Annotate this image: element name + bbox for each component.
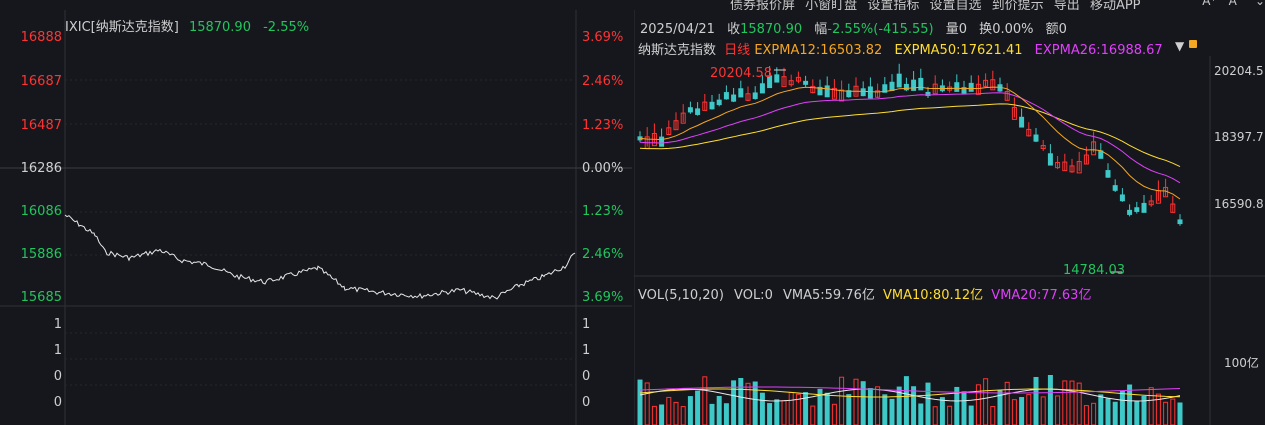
volume-label-right: 0 xyxy=(582,369,591,384)
menu-item-export[interactable]: 导出 xyxy=(1054,0,1080,10)
kline-index-name: 纳斯达克指数 xyxy=(638,43,717,58)
volume-label-right: 1 xyxy=(582,317,591,332)
font-controls: A⁺ A⁻ ⌄ xyxy=(1202,0,1265,8)
price-label: 16286 xyxy=(20,161,62,176)
kline-turnover: 0.00% xyxy=(992,22,1034,37)
menu-item-set-indicator[interactable]: 设置指标 xyxy=(867,0,919,10)
kline-amount: 0 xyxy=(1058,22,1067,37)
ema26-line xyxy=(639,92,1181,184)
vma20-label: VMA20:77.63亿 xyxy=(991,288,1092,303)
vol-axis-label: 100亿 xyxy=(1224,356,1259,370)
pct-label: 1.23% xyxy=(582,204,624,219)
volume-label: 0 xyxy=(53,369,62,384)
volume-label-right: 0 xyxy=(582,395,591,410)
pct-label: 1.23% xyxy=(582,118,624,133)
top-menu: 债券报价屏 小窗盯盘 设置指标 设置自选 到价提示 导出 移动APP xyxy=(730,0,1265,10)
chevron-down-icon[interactable]: ⌄ xyxy=(1255,0,1265,8)
font-decrease-button[interactable]: A⁻ xyxy=(1229,0,1244,8)
menu-item-mobile-app[interactable]: 移动APP xyxy=(1090,0,1141,10)
collapse-triangle-icon[interactable]: ▼ xyxy=(1175,39,1184,53)
menu-item-price-alert[interactable]: 到价提示 xyxy=(992,0,1044,10)
kline-indicator-header: 纳斯达克指数 日线 EXPMA12:16503.82 EXPMA50:17621… xyxy=(638,39,1163,58)
pct-label: 3.69% xyxy=(582,290,624,305)
price-label: 16487 xyxy=(20,118,62,133)
ema12-label: EXPMA12:16503.82 xyxy=(754,43,883,58)
volume-label: 1 xyxy=(53,343,62,358)
volume-label-right: 1 xyxy=(582,343,591,358)
intraday-symbol: IXIC[纳斯达克指数] xyxy=(65,20,179,35)
axis-label: 18397.7 xyxy=(1214,130,1264,144)
menu-item-bond-quote[interactable]: 债券报价屏 xyxy=(730,0,795,10)
menu-item-set-watchlist[interactable]: 设置自选 xyxy=(929,0,981,10)
pct-label: 2.46% xyxy=(582,247,624,262)
intraday-header: IXIC[纳斯达克指数] 15870.90 -2.55% xyxy=(65,16,309,35)
vma5-label: VMA5:59.76亿 xyxy=(782,288,875,303)
price-label: 16888 xyxy=(20,30,62,45)
pct-label: 3.69% xyxy=(582,30,624,45)
lock-icon[interactable] xyxy=(1189,40,1197,48)
volume-label: 0 xyxy=(53,395,62,410)
kline-period[interactable]: 日线 xyxy=(724,43,750,58)
intraday-chart-panel: IXIC[纳斯达克指数] 15870.90 -2.55% 16888 16687… xyxy=(0,10,632,425)
intraday-price-line xyxy=(64,214,576,300)
font-increase-button[interactable]: A⁺ xyxy=(1202,0,1217,8)
price-label: 15685 xyxy=(20,290,62,305)
pct-label: 0.00% xyxy=(582,161,624,176)
menu-item-mini-window[interactable]: 小窗盯盘 xyxy=(805,0,857,10)
volume-label: 1 xyxy=(53,317,62,332)
high-marker: 20204.58 xyxy=(710,66,773,81)
intraday-change-pct: -2.55% xyxy=(263,20,310,35)
intraday-last-price: 15870.90 xyxy=(188,20,251,35)
ema50-label: EXPMA50:17621.41 xyxy=(894,43,1023,58)
vol-header: VOL(5,10,20) xyxy=(638,288,724,303)
ema26-label: EXPMA26:16988.67 xyxy=(1034,43,1163,58)
axis-label: 16590.8 xyxy=(1214,197,1264,211)
price-label: 16687 xyxy=(20,74,62,89)
price-label: 15886 xyxy=(20,247,62,262)
pct-label: 2.46% xyxy=(582,74,624,89)
kline-range: -2.55%(-415.55) xyxy=(827,22,934,37)
kline-quote-header: 2025/04/21 收15870.90 幅-2.55%(-415.55) 量0… xyxy=(640,22,1067,37)
vma10-label: VMA10:80.12亿 xyxy=(883,288,984,303)
axis-label: 20204.5 xyxy=(1214,64,1264,78)
kline-close: 15870.90 xyxy=(740,22,803,37)
volume-indicator-header: VOL(5,10,20) VOL:0 VMA5:59.76亿 VMA10:80.… xyxy=(638,284,1091,303)
kline-chart-panel: 2025/04/21 收15870.90 幅-2.55%(-415.55) 量0… xyxy=(634,10,1265,425)
intraday-chart-svg[interactable] xyxy=(0,10,632,425)
low-marker: 14784.03 xyxy=(1063,263,1126,278)
vol-value: VOL:0 xyxy=(734,288,773,303)
kline-volume: 0 xyxy=(958,22,968,37)
price-label: 16086 xyxy=(20,204,62,219)
kline-date: 2025/04/21 xyxy=(640,22,715,37)
